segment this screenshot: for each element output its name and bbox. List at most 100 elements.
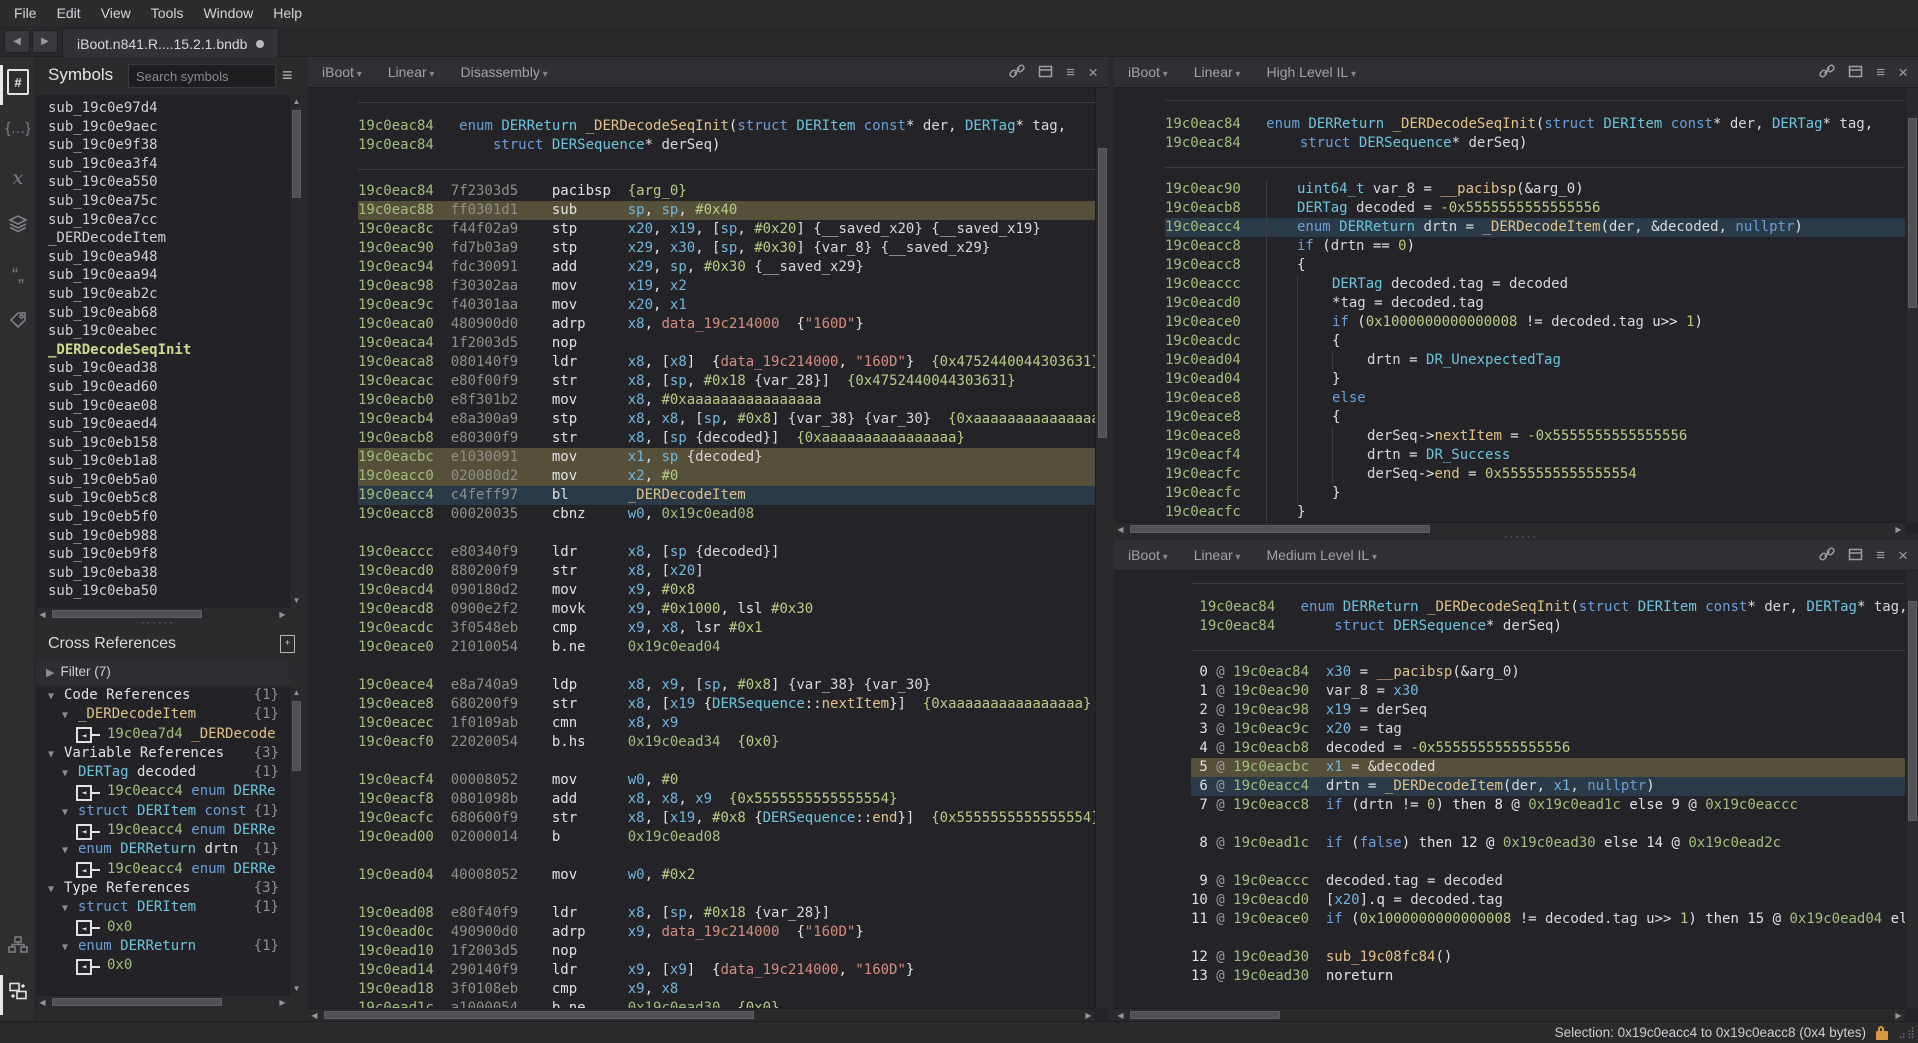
code-line[interactable]: 19c0eacf8 0801098b add x8, x8, x9 {0x555… (358, 790, 1108, 809)
symbol-item[interactable]: sub_19c0eb158 (36, 434, 289, 453)
symbol-item[interactable]: sub_19c0eb5c8 (36, 489, 289, 508)
chevron-down-icon[interactable]: ▼ (48, 687, 64, 706)
code-line[interactable]: 19c0ead14 290140f9 ldr x9, [x9] {data_19… (358, 961, 1108, 980)
code-line[interactable] (1191, 815, 1918, 834)
xref-row[interactable]: ▼enum DERReturn drtn{1} (36, 840, 289, 859)
symbol-item[interactable]: sub_19c0eba50 (36, 582, 289, 601)
view-dropdown[interactable]: iBoot (322, 64, 362, 80)
mindmap-icon[interactable] (5, 932, 31, 958)
code-line[interactable]: 13 @ 19c0ead30 noreturn (1191, 967, 1918, 986)
symbol-item[interactable]: sub_19c0eb9f8 (36, 545, 289, 564)
xref-row[interactable]: ▼struct DERItem{1} (36, 898, 289, 917)
code-line[interactable]: 19c0eac9c f40301aa mov x20, x1 (358, 296, 1108, 315)
pane-menu-icon[interactable]: ≡ (1066, 65, 1075, 80)
code-line[interactable]: 2 @ 19c0eac98 x19 = derSeq (1191, 701, 1918, 720)
layout-dropdown[interactable]: Linear (388, 64, 435, 80)
code-line[interactable]: 19c0eacdc 3f0548eb cmp x9, x8, lsr #0x1 (358, 619, 1108, 638)
code-line[interactable]: 19c0eacc8 00020035 cbnz w0, 0x19c0ead08 (358, 505, 1108, 524)
symbol-item[interactable]: sub_19c0e97d4 (36, 99, 289, 118)
symbol-item[interactable]: sub_19c0eb5f0 (36, 508, 289, 527)
scroll-right-icon[interactable] (276, 608, 289, 621)
code-line[interactable]: 1 @ 19c0eac90 var_8 = x30 (1191, 682, 1918, 701)
xref-row[interactable]: ◄19c0ea7d4 _DERDecode (36, 725, 289, 744)
symbol-item[interactable]: sub_19c0eae08 (36, 397, 289, 416)
code-line[interactable]: 19c0eace8 derSeq->nextItem = -0x55555555… (1165, 427, 1918, 446)
symbol-item[interactable]: sub_19c0ea75c (36, 192, 289, 211)
mlil-hscrollbar[interactable] (1114, 1008, 1905, 1021)
code-line[interactable]: 19c0ead00 02000014 b 0x19c0ead08 (358, 828, 1108, 847)
code-line[interactable]: 19c0eacc8{ (1165, 256, 1918, 275)
code-line[interactable]: 19c0eace0 if (0x1000000000000008 != deco… (1165, 313, 1918, 332)
code-line[interactable]: 19c0ead04 drtn = DR_UnexpectedTag (1165, 351, 1918, 370)
close-pane-icon[interactable]: × (1898, 65, 1908, 80)
code-line[interactable] (358, 752, 1108, 771)
nav-back-button[interactable]: ◀ (4, 30, 30, 53)
symbol-item[interactable]: sub_19c0eab2c (36, 285, 289, 304)
code-line[interactable]: 19c0ead18 3f0108eb cmp x9, x8 (358, 980, 1108, 999)
scroll-left-icon[interactable] (36, 608, 49, 621)
chevron-down-icon[interactable]: ▼ (62, 706, 78, 725)
symbol-item[interactable]: sub_19c0eb1a8 (36, 452, 289, 471)
strings-icon[interactable]: “„ (5, 262, 31, 288)
code-line[interactable]: 5 @ 19c0eacbc x1 = &decoded (1191, 758, 1918, 777)
symbol-item[interactable]: sub_19c0eba38 (36, 564, 289, 583)
tab-active[interactable]: iBoot.n841.R....15.2.1.bndb (62, 28, 279, 58)
pane-menu-icon[interactable]: ≡ (1876, 65, 1885, 80)
symbol-item[interactable]: sub_19c0eb5a0 (36, 471, 289, 490)
code-line[interactable]: 19c0eac84 struct DERSequence* derSeq) (1191, 617, 1918, 636)
il-dropdown[interactable]: High Level IL (1266, 64, 1356, 80)
code-line[interactable]: 11 @ 19c0eace0 if (0x1000000000000008 !=… (1191, 910, 1918, 929)
xref-row[interactable]: ▼enum DERReturn{1} (36, 937, 289, 956)
chevron-down-icon[interactable]: ▼ (48, 880, 64, 899)
xref-row[interactable]: ▼Type References{3} (36, 879, 289, 898)
symbol-item[interactable]: sub_19c0ead60 (36, 378, 289, 397)
symbols-icon[interactable]: # (5, 69, 31, 95)
code-line[interactable]: 12 @ 19c0ead30 sub_19c08fc84() (1191, 948, 1918, 967)
split-pane-icon[interactable] (1848, 64, 1863, 82)
menu-item-edit[interactable]: Edit (47, 5, 91, 21)
il-dropdown[interactable]: Disassembly (460, 64, 547, 80)
code-line[interactable] (358, 657, 1108, 676)
split-pane-icon[interactable] (1848, 547, 1863, 565)
scroll-thumb[interactable] (292, 701, 301, 771)
code-line[interactable]: 19c0eacb8 e80300f9 str x8, [sp {decoded}… (358, 429, 1108, 448)
symbol-item[interactable]: sub_19c0ea7cc (36, 211, 289, 230)
sync-link-icon[interactable] (1819, 546, 1835, 565)
code-line[interactable]: 19c0eac98 f30302aa mov x19, x2 (358, 277, 1108, 296)
code-line[interactable]: 19c0eacfc } (1165, 484, 1918, 503)
types-icon[interactable]: {…} (5, 115, 31, 141)
code-line[interactable]: 19c0eacc4 c4feff97 bl _DERDecodeItem (358, 486, 1108, 505)
scroll-thumb[interactable] (52, 610, 202, 618)
code-line[interactable]: 19c0eacbc e1030091 mov x1, sp {decoded} (358, 448, 1108, 467)
symbol-item[interactable]: sub_19c0e9f38 (36, 136, 289, 155)
code-line[interactable]: 19c0eacc0 020080d2 mov x2, #0 (358, 467, 1108, 486)
disasm-vscrollbar[interactable] (1095, 88, 1108, 1008)
code-line[interactable]: 6 @ 19c0eacc4 drtn = _DERDecodeItem(der,… (1191, 777, 1918, 796)
symbol-item[interactable]: sub_19c0eaa94 (36, 266, 289, 285)
view-dropdown[interactable]: iBoot (1128, 64, 1168, 80)
chevron-down-icon[interactable]: ▼ (62, 764, 78, 783)
code-line[interactable]: 19c0eacf0 22020054 b.hs 0x19c0ead34 {0x0… (358, 733, 1108, 752)
chevron-down-icon[interactable]: ▼ (48, 745, 64, 764)
scroll-thumb[interactable] (292, 110, 301, 198)
panel-splitter-handle[interactable]: ······ (141, 617, 175, 629)
symbol-item[interactable]: _DERDecodeItem (36, 229, 289, 248)
code-line[interactable]: 19c0eaca4 1f2003d5 nop (358, 334, 1108, 353)
menu-item-tools[interactable]: Tools (141, 5, 194, 21)
code-line[interactable]: 19c0eacdc { (1165, 332, 1918, 351)
code-line[interactable]: 19c0eace8 680200f9 str x8, [x19 {DERSequ… (358, 695, 1108, 714)
symbol-item[interactable]: sub_19c0ea948 (36, 248, 289, 267)
code-line[interactable]: 0 @ 19c0eac84 x30 = __pacibsp(&arg_0) (1191, 663, 1918, 682)
code-line[interactable]: 19c0ead0c 490900d0 adrp x9, data_19c2140… (358, 923, 1108, 942)
code-line[interactable]: 19c0eace0 21010054 b.ne 0x19c0ead04 (358, 638, 1108, 657)
code-line[interactable] (1191, 929, 1918, 948)
xref-vscrollbar[interactable] (289, 686, 302, 995)
menu-item-help[interactable]: Help (263, 5, 312, 21)
xref-row[interactable]: ◄0x0 (36, 918, 289, 937)
code-line[interactable]: 9 @ 19c0eaccc decoded.tag = decoded (1191, 872, 1918, 891)
code-line[interactable]: 19c0eaca0 480900d0 adrp x8, data_19c2140… (358, 315, 1108, 334)
xref-row[interactable]: ▼_DERDecodeItem{1} (36, 705, 289, 724)
hlil-view[interactable]: 19c0eac84 enum DERReturn _DERDecodeSeqIn… (1114, 88, 1918, 522)
code-line[interactable]: 19c0eacec 1f0109ab cmn x8, x9 (358, 714, 1108, 733)
code-line[interactable]: 19c0eacd0 *tag = decoded.tag (1165, 294, 1918, 313)
